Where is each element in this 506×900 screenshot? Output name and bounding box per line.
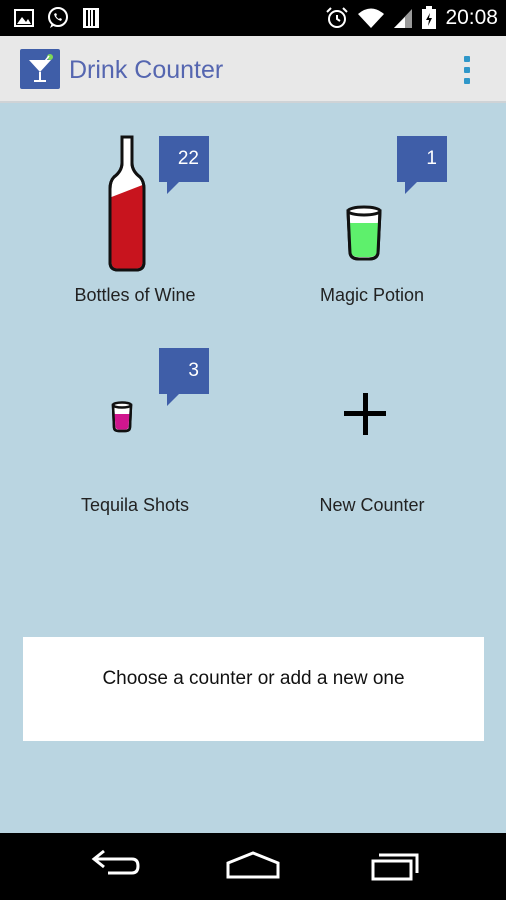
- shot-glass-icon: [111, 401, 133, 433]
- counter-label: Magic Potion: [319, 285, 425, 305]
- recent-apps-icon: [371, 853, 419, 881]
- count-badge: 1: [397, 136, 447, 194]
- wifi-icon: [358, 8, 385, 28]
- status-bar: 20:08: [0, 0, 506, 36]
- battery-icon: [422, 6, 437, 29]
- info-text: Choose a counter or add a new one: [102, 668, 405, 689]
- back-icon: [91, 849, 140, 875]
- system-icons: 20:08: [325, 4, 498, 32]
- counter-label: New Counter: [319, 495, 425, 515]
- recent-apps-button[interactable]: [355, 841, 435, 891]
- clock: 20:08: [445, 6, 498, 29]
- martini-glass-icon: [29, 54, 53, 82]
- new-counter-button[interactable]: New Counter: [272, 345, 472, 535]
- navigation-bar: [0, 833, 506, 900]
- signal-icon: [394, 9, 413, 28]
- action-bar: Drink Counter: [0, 36, 506, 103]
- barcode-icon: [83, 8, 99, 28]
- counter-tile-bottles-of-wine[interactable]: 22 Bottles of Wine: [35, 133, 235, 323]
- alarm-icon: [326, 7, 349, 28]
- image-icon: [14, 9, 34, 27]
- plus-icon: [344, 393, 386, 435]
- home-button[interactable]: [213, 841, 293, 891]
- counter-label: Bottles of Wine: [74, 285, 196, 305]
- info-card: Choose a counter or add a new one: [23, 637, 484, 741]
- counter-label: Tequila Shots: [80, 495, 190, 515]
- back-button[interactable]: [74, 841, 154, 891]
- count-badge: 3: [159, 348, 209, 406]
- app-icon[interactable]: [20, 49, 60, 89]
- overflow-menu-button[interactable]: [452, 48, 482, 92]
- app-title: Drink Counter: [69, 56, 224, 84]
- counter-grid: 22 Bottles of Wine 1 Magic Potion 3 Tequ…: [0, 103, 506, 833]
- notification-icons: [14, 6, 100, 30]
- home-icon: [226, 851, 280, 879]
- wine-bottle-icon: [108, 135, 146, 272]
- green-glass-icon: [346, 205, 382, 261]
- whatsapp-icon: [48, 7, 68, 28]
- counter-tile-magic-potion[interactable]: 1 Magic Potion: [272, 133, 472, 323]
- count-badge: 22: [159, 136, 209, 194]
- counter-tile-tequila-shots[interactable]: 3 Tequila Shots: [35, 345, 235, 535]
